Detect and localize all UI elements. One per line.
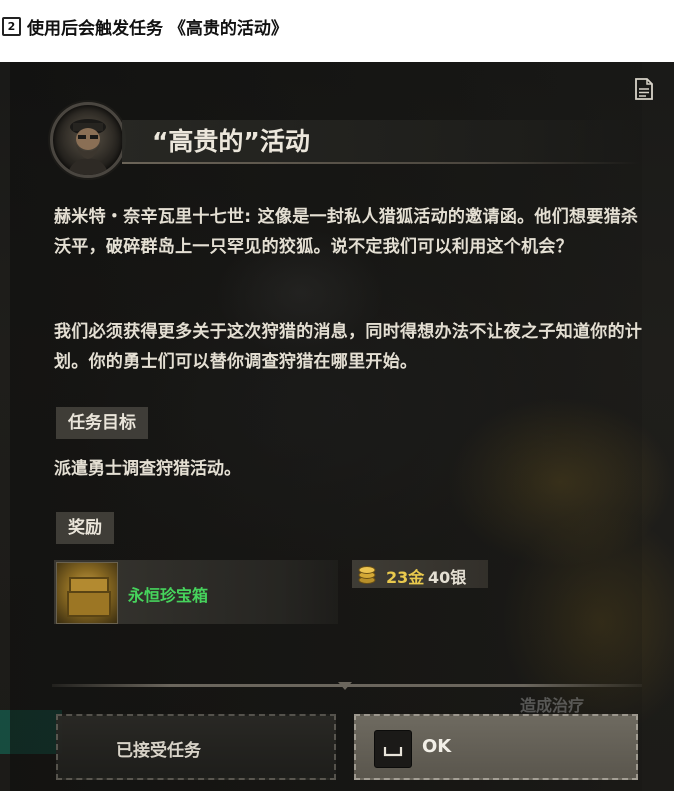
title-divider	[122, 162, 640, 164]
silver-amount: 40银	[428, 568, 467, 587]
footer-divider-notch	[338, 682, 352, 690]
reward-item-name: 永恒珍宝箱	[128, 586, 209, 605]
background-heal-text: 造成治疗	[520, 696, 585, 715]
page-header: 2 使用后会触发任务 《高贵的活动》	[0, 0, 674, 62]
objective-text: 派遣勇士调查狩猎活动。	[54, 459, 241, 479]
quest-dialog: “高贵的”活动 赫米特・奈辛瓦里十七世: 这像是一封私人猎狐活动的邀请函。他们想…	[10, 62, 653, 791]
accepted-quest-button[interactable]: 已接受任务	[56, 714, 336, 780]
document-icon[interactable]	[634, 78, 654, 100]
gold-coins-icon	[358, 566, 376, 584]
quest-description-2: 我们必须获得更多关于这次狩猎的消息，同时得想办法不让夜之子知道你的计划。你的勇士…	[54, 322, 643, 372]
quest-title: “高贵的”活动	[152, 127, 310, 156]
ok-button[interactable]: OK	[354, 714, 638, 780]
dwarf-portrait-icon	[67, 119, 109, 175]
header-caption: 使用后会触发任务 《高贵的活动》	[27, 19, 288, 39]
ok-label: OK	[422, 736, 452, 757]
header-text-row: 2 使用后会触发任务 《高贵的活动》	[2, 14, 288, 39]
treasure-chest-icon	[56, 562, 118, 624]
reward-item[interactable]: 永恒珍宝箱	[54, 560, 338, 624]
money-reward: 23金 40银	[352, 560, 488, 588]
rewards-heading: 奖励	[56, 512, 114, 544]
spacebar-key-icon	[374, 730, 412, 768]
game-screenshot: “高贵的”活动 赫米特・奈辛瓦里十七世: 这像是一封私人猎狐活动的邀请函。他们想…	[0, 62, 674, 791]
npc-portrait	[50, 102, 126, 178]
step-number-badge: 2	[2, 17, 21, 36]
objective-heading: 任务目标	[56, 407, 148, 439]
quest-description: 赫米特・奈辛瓦里十七世: 这像是一封私人猎狐活动的邀请函。他们想要猎杀沃平，破碎…	[54, 207, 639, 257]
accepted-quest-label: 已接受任务	[116, 741, 201, 761]
gold-amount: 23金	[386, 568, 425, 587]
